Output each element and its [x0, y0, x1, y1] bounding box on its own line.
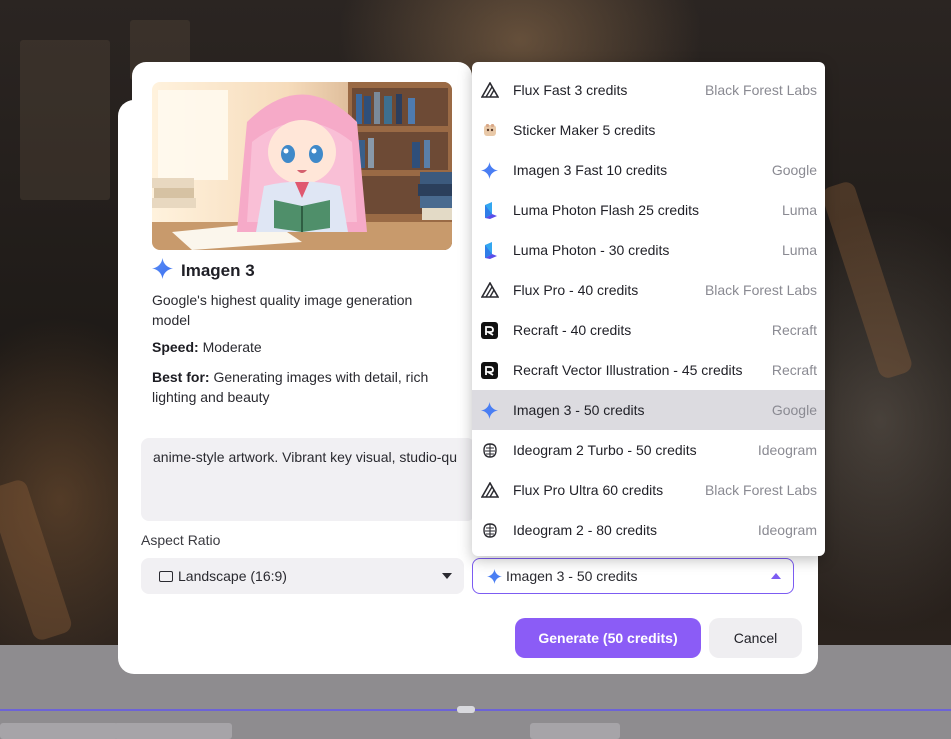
cancel-button[interactable]: Cancel [709, 618, 802, 658]
model-option-label: Flux Pro Ultra 60 credits [513, 482, 664, 498]
model-option-provider: Luma [781, 202, 817, 218]
model-option-label: Recraft - 40 credits [513, 322, 632, 338]
model-option-label: Luma Photon Flash 25 credits [513, 202, 699, 218]
model-option-provider: Ideogram [757, 522, 817, 538]
model-option-label: Sticker Maker 5 credits [513, 122, 656, 138]
timeline-thumbnail[interactable] [530, 723, 620, 739]
model-option-label: Flux Pro - 40 credits [513, 282, 639, 298]
model-option-label: Flux Fast 3 credits [513, 82, 628, 98]
luma-icon [480, 201, 499, 220]
landscape-icon [159, 570, 173, 582]
model-option[interactable]: Imagen 3 Fast 10 credits Google [472, 150, 825, 190]
model-title-text: Imagen 3 [181, 261, 255, 280]
model-title: Imagen 3 [152, 258, 255, 284]
google-sparkle-icon [480, 401, 499, 420]
model-option[interactable]: Sticker Maker 5 credits [472, 110, 825, 150]
model-option[interactable]: Ideogram 2 Turbo - 50 credits Ideogram [472, 430, 825, 470]
flux-icon [480, 81, 499, 100]
model-option-label: Ideogram 2 - 80 credits [513, 522, 657, 538]
aspect-ratio-label: Aspect Ratio [141, 532, 221, 548]
model-option-provider: Ideogram [757, 442, 817, 458]
model-option-label: Luma Photon - 30 credits [513, 242, 670, 258]
model-option-provider: Recraft [771, 322, 817, 338]
model-select-value: Imagen 3 - 50 credits [506, 568, 638, 584]
model-option-provider: Google [771, 402, 817, 418]
model-dropdown-list: Flux Fast 3 credits Black Forest Labs Stic… [472, 62, 825, 556]
model-option[interactable]: Luma Photon - 30 credits Luma [472, 230, 825, 270]
model-option[interactable]: Flux Fast 3 credits Black Forest Labs [472, 70, 825, 110]
sticker-icon [480, 121, 499, 140]
speed-label: Speed: [152, 339, 199, 355]
model-option-provider: Black Forest Labs [704, 482, 817, 498]
google-sparkle-icon [152, 258, 173, 284]
ideogram-icon [480, 521, 499, 540]
flux-icon [480, 281, 499, 300]
generate-button[interactable]: Generate (50 credits) [515, 618, 701, 658]
flux-icon [480, 481, 499, 500]
model-speed: Speed: Moderate [152, 339, 262, 355]
chevron-down-icon [442, 573, 452, 579]
model-option[interactable]: Recraft - 40 credits Recraft [472, 310, 825, 350]
model-option-label: Ideogram 2 Turbo - 50 credits [513, 442, 697, 458]
model-option-label: Imagen 3 - 50 credits [513, 402, 645, 418]
prompt-input[interactable]: anime-style artwork. Vibrant key visual,… [141, 438, 475, 521]
recraft-icon [480, 321, 499, 340]
recraft-icon [480, 361, 499, 380]
model-option[interactable]: Imagen 3 - 50 credits Google [472, 390, 825, 430]
model-option[interactable]: Ideogram 2 - 80 credits Ideogram [472, 510, 825, 550]
model-option-provider: Black Forest Labs [704, 82, 817, 98]
chevron-up-icon [771, 573, 781, 579]
prompt-text: anime-style artwork. Vibrant key visual,… [153, 449, 457, 465]
google-sparkle-icon [487, 568, 502, 584]
model-option[interactable]: Flux Pro Ultra 60 credits Black Forest La… [472, 470, 825, 510]
google-sparkle-icon [480, 161, 499, 180]
model-select[interactable]: Imagen 3 - 50 credits [472, 558, 794, 594]
aspect-ratio-value: Landscape (16:9) [178, 568, 287, 584]
model-option[interactable]: Luma Photon Flash 25 credits Luma [472, 190, 825, 230]
ideogram-icon [480, 441, 499, 460]
aspect-ratio-select[interactable]: Landscape (16:9) [141, 558, 464, 594]
model-option-provider: Black Forest Labs [704, 282, 817, 298]
model-option[interactable]: Flux Pro - 40 credits Black Forest Labs [472, 270, 825, 310]
timeline-thumbnail[interactable] [114, 723, 232, 739]
speed-value: Moderate [202, 339, 262, 355]
timeline-divider [0, 709, 951, 711]
model-option-label: Recraft Vector Illustration - 45 credits [513, 362, 743, 378]
model-option-provider: Google [771, 162, 817, 178]
resize-handle[interactable] [457, 706, 475, 713]
model-option[interactable]: Recraft Vector Illustration - 45 credits… [472, 350, 825, 390]
model-best-for: Best for: Generating images with detail,… [152, 368, 452, 407]
model-option-label: Imagen 3 Fast 10 credits [513, 162, 668, 178]
model-description: Google's highest quality image generatio… [152, 292, 413, 328]
model-preview-image [152, 82, 452, 250]
best-for-label: Best for: [152, 369, 210, 385]
model-option-provider: Recraft [771, 362, 817, 378]
luma-icon [480, 241, 499, 260]
model-option-provider: Luma [781, 242, 817, 258]
timeline-thumbnail[interactable] [0, 723, 118, 739]
